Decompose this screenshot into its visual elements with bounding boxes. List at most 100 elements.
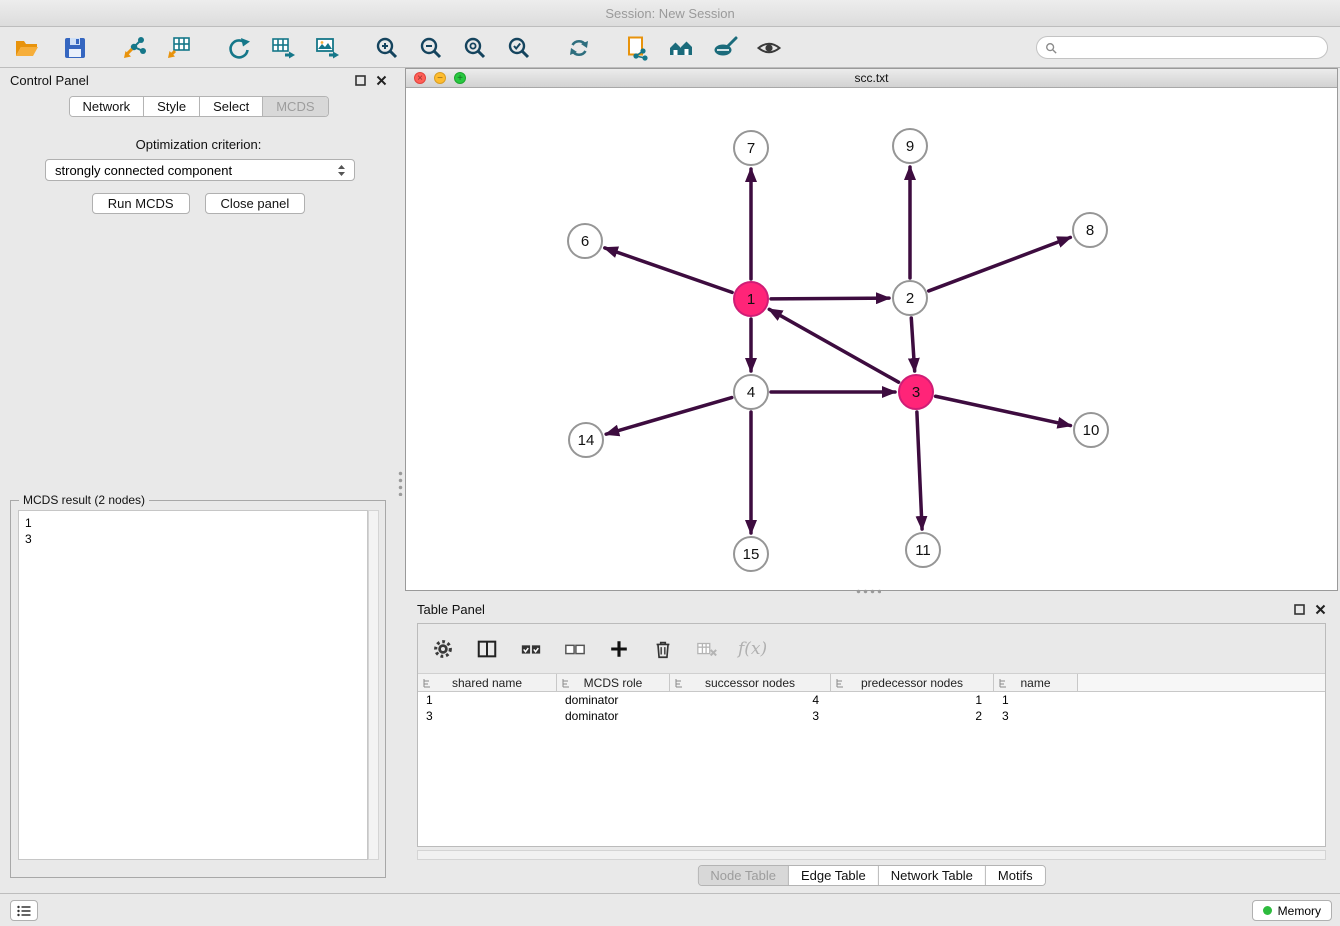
column-header-shared-name[interactable]: shared name bbox=[418, 674, 557, 691]
table-settings-button[interactable] bbox=[430, 636, 456, 662]
table-cell: 4 bbox=[670, 692, 831, 708]
graph-node-1[interactable]: 1 bbox=[733, 281, 769, 317]
close-panel-icon[interactable] bbox=[376, 75, 387, 86]
function-builder-button[interactable]: f(x) bbox=[738, 639, 767, 659]
horizontal-splitter-grip[interactable] bbox=[855, 589, 881, 594]
graph-node-3[interactable]: 3 bbox=[898, 374, 934, 410]
zoom-out-icon bbox=[418, 35, 444, 61]
search-box[interactable] bbox=[1036, 36, 1328, 59]
column-header-successor-nodes[interactable]: successor nodes bbox=[670, 674, 831, 691]
control-panel-title: Control Panel bbox=[10, 73, 89, 88]
zoom-fit-icon bbox=[462, 35, 488, 61]
show-overview-button[interactable] bbox=[666, 33, 696, 63]
result-line: 3 bbox=[25, 531, 361, 547]
table-row[interactable]: 3dominator323 bbox=[418, 708, 1325, 724]
graph-edge-3-11[interactable] bbox=[917, 412, 922, 529]
show-columns-button[interactable] bbox=[474, 636, 500, 662]
graph-node-7[interactable]: 7 bbox=[733, 130, 769, 166]
open-file-button[interactable] bbox=[12, 33, 42, 63]
export-table-button[interactable] bbox=[268, 33, 298, 63]
result-scrollbar[interactable] bbox=[368, 510, 379, 860]
close-table-panel-icon[interactable] bbox=[1315, 604, 1326, 615]
create-column-button[interactable] bbox=[606, 636, 632, 662]
close-window-button[interactable] bbox=[414, 72, 426, 84]
column-header-predecessor-nodes[interactable]: predecessor nodes bbox=[831, 674, 994, 691]
tab-node-table[interactable]: Node Table bbox=[698, 866, 789, 885]
deselect-all-button[interactable] bbox=[562, 636, 588, 662]
float-panel-icon[interactable] bbox=[355, 75, 366, 86]
column-header-label: name bbox=[1020, 676, 1050, 690]
tab-style[interactable]: Style bbox=[144, 97, 200, 116]
save-session-button[interactable] bbox=[60, 33, 90, 63]
network-canvas[interactable]: 7 9 6 8 1 2 4 3 14 10 15 11 bbox=[406, 89, 1337, 590]
houses-icon bbox=[668, 35, 694, 61]
export-image-button[interactable] bbox=[312, 33, 342, 63]
column-sort-icon bbox=[998, 678, 1008, 688]
export-network-button[interactable] bbox=[224, 33, 254, 63]
tab-network[interactable]: Network bbox=[69, 97, 144, 116]
tab-edge-table[interactable]: Edge Table bbox=[789, 866, 879, 885]
mcds-result-text[interactable]: 13 bbox=[18, 510, 368, 860]
zoom-selected-button[interactable] bbox=[504, 33, 534, 63]
run-mcds-button[interactable]: Run MCDS bbox=[92, 193, 190, 214]
node-table-container: f(x) shared nameMCDS rolesuccessor nodes… bbox=[417, 623, 1326, 847]
graph-edge-3-10[interactable] bbox=[936, 396, 1071, 425]
graph-node-2[interactable]: 2 bbox=[892, 280, 928, 316]
columns-icon bbox=[476, 638, 498, 660]
graph-node-10[interactable]: 10 bbox=[1073, 412, 1109, 448]
graph-node-4[interactable]: 4 bbox=[733, 374, 769, 410]
column-header-MCDS-role[interactable]: MCDS role bbox=[557, 674, 670, 691]
close-panel-button[interactable]: Close panel bbox=[205, 193, 306, 214]
graph-node-15[interactable]: 15 bbox=[733, 536, 769, 572]
zoom-out-button[interactable] bbox=[416, 33, 446, 63]
table-horizontal-scrollbar[interactable] bbox=[417, 850, 1326, 860]
graph-node-9[interactable]: 9 bbox=[892, 128, 928, 164]
column-header-name[interactable]: name bbox=[994, 674, 1078, 691]
export-network-icon bbox=[226, 35, 252, 61]
graph-node-11[interactable]: 11 bbox=[905, 532, 941, 568]
control-panel-header: Control Panel bbox=[0, 68, 397, 92]
graph-node-14[interactable]: 14 bbox=[568, 422, 604, 458]
table-body: 1dominator4113dominator323 bbox=[418, 692, 1325, 724]
minimize-window-button[interactable] bbox=[434, 72, 446, 84]
tab-select[interactable]: Select bbox=[200, 97, 263, 116]
vertical-splitter-grip[interactable] bbox=[398, 470, 403, 496]
import-network-button[interactable] bbox=[120, 33, 150, 63]
delete-column-button[interactable] bbox=[650, 636, 676, 662]
refresh-view-button[interactable] bbox=[564, 33, 594, 63]
export-image-icon bbox=[314, 35, 340, 61]
graph-edge-1-2[interactable] bbox=[771, 298, 889, 299]
search-input[interactable] bbox=[1062, 41, 1319, 55]
memory-button[interactable]: Memory bbox=[1252, 900, 1332, 921]
import-table-button[interactable] bbox=[164, 33, 194, 63]
select-all-button[interactable] bbox=[518, 636, 544, 662]
tab-motifs[interactable]: Motifs bbox=[986, 866, 1045, 885]
export-table-icon bbox=[270, 35, 296, 61]
tab-mcds[interactable]: MCDS bbox=[263, 97, 327, 116]
maximize-window-button[interactable] bbox=[454, 72, 466, 84]
delete-table-button[interactable] bbox=[694, 636, 720, 662]
tab-network-table[interactable]: Network Table bbox=[879, 866, 986, 885]
graph-edge-1-6[interactable] bbox=[605, 248, 732, 292]
memory-label: Memory bbox=[1278, 904, 1321, 918]
select-stepper-icon bbox=[335, 163, 348, 178]
first-neighbors-button[interactable] bbox=[622, 33, 652, 63]
search-icon bbox=[1045, 42, 1057, 54]
toggle-visibility-button[interactable] bbox=[754, 33, 784, 63]
graph-edge-4-14[interactable] bbox=[606, 398, 732, 435]
mcds-result-title: MCDS result (2 nodes) bbox=[19, 493, 149, 507]
graph-edge-2-3[interactable] bbox=[911, 318, 914, 371]
zoom-in-button[interactable] bbox=[372, 33, 402, 63]
table-row[interactable]: 1dominator411 bbox=[418, 692, 1325, 708]
graph-edge-3-1[interactable] bbox=[769, 309, 898, 382]
graph-edge-2-8[interactable] bbox=[929, 237, 1071, 291]
graph-node-6[interactable]: 6 bbox=[567, 223, 603, 259]
paintbrush-icon bbox=[712, 35, 738, 61]
float-table-panel-icon[interactable] bbox=[1294, 604, 1305, 615]
criterion-select[interactable]: strongly connected component bbox=[45, 159, 355, 181]
annotation-mode-button[interactable] bbox=[710, 33, 740, 63]
zoom-in-icon bbox=[374, 35, 400, 61]
graph-node-8[interactable]: 8 bbox=[1072, 212, 1108, 248]
zoom-fit-button[interactable] bbox=[460, 33, 490, 63]
task-history-button[interactable] bbox=[10, 900, 38, 921]
